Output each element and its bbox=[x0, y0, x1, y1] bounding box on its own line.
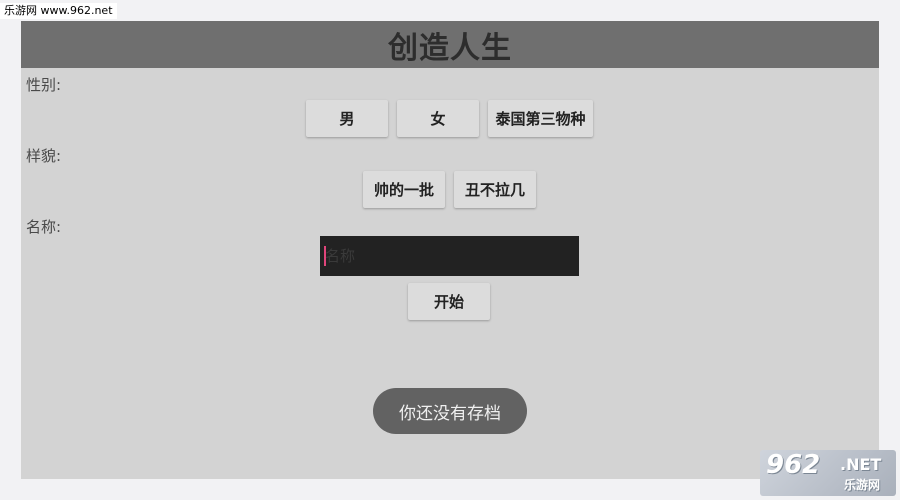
appearance-ugly-button[interactable]: 丑不拉几 bbox=[454, 171, 536, 208]
watermark-logo-cn: 乐游网 bbox=[844, 478, 881, 492]
watermark-logo-net: .NET bbox=[840, 455, 882, 474]
name-input-container bbox=[320, 236, 579, 276]
name-input[interactable] bbox=[320, 236, 579, 276]
watermark-logo-number: 962 bbox=[766, 450, 821, 480]
text-cursor bbox=[324, 246, 326, 266]
watermark-site-text: 乐游网 www.962.net bbox=[0, 3, 117, 19]
appearance-handsome-button[interactable]: 帅的一批 bbox=[363, 171, 445, 208]
page-title: 创造人生 bbox=[388, 30, 512, 66]
start-button[interactable]: 开始 bbox=[408, 283, 490, 320]
title-bar: 创造人生 bbox=[21, 21, 879, 68]
character-creation-screen: 创造人生 性别: 男 女 泰国第三物种 样貌: 帅的一批 丑不拉几 名称: 开始… bbox=[21, 21, 879, 479]
gender-male-button[interactable]: 男 bbox=[306, 100, 388, 137]
gender-female-button[interactable]: 女 bbox=[397, 100, 479, 137]
no-save-toast: 你还没有存档 bbox=[373, 388, 527, 434]
appearance-label: 样貌: bbox=[26, 147, 62, 165]
gender-label: 性别: bbox=[26, 76, 62, 94]
name-label: 名称: bbox=[26, 218, 62, 236]
gender-third-button[interactable]: 泰国第三物种 bbox=[488, 100, 593, 137]
watermark-logo: 962 .NET 乐游网 bbox=[760, 450, 896, 496]
